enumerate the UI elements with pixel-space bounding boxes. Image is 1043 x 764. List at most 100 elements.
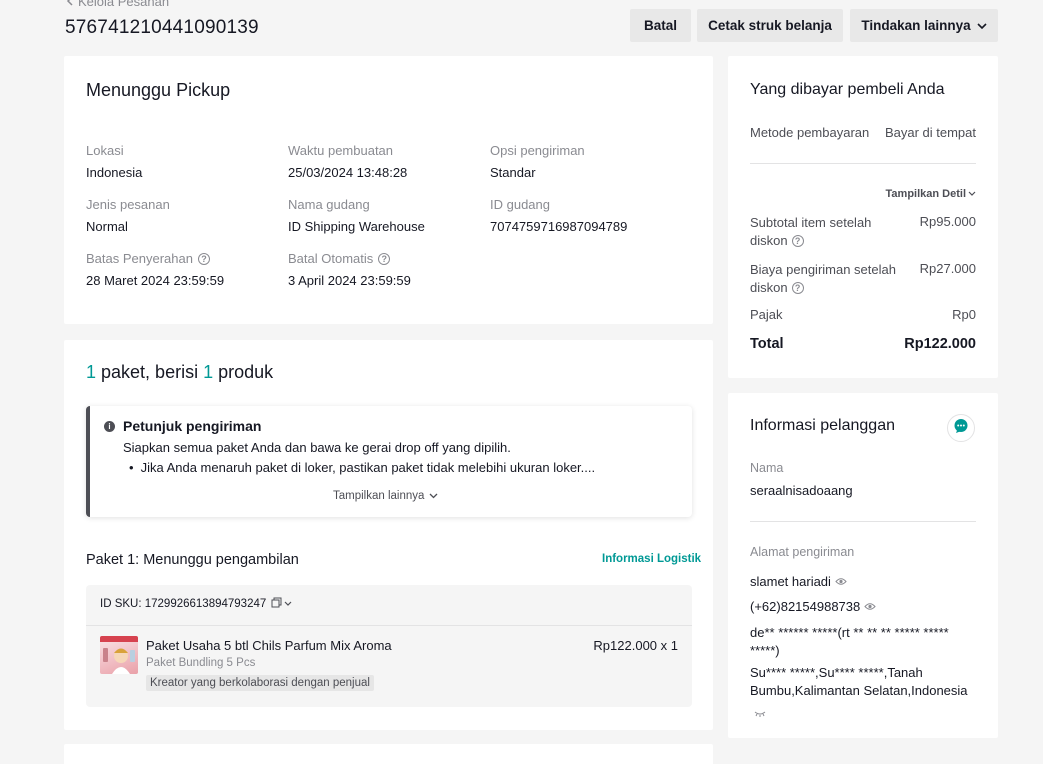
- copy-icon[interactable]: [271, 597, 282, 611]
- payment-method-value: Bayar di tempat: [884, 125, 976, 140]
- recipient-phone: (+62)82154988738: [750, 599, 861, 614]
- created-time-field: Waktu pembuatan 25/03/2024 13:48:28: [288, 143, 407, 180]
- chat-icon: [953, 418, 969, 439]
- auto-cancel-label: Batal Otomatis: [288, 251, 374, 266]
- package-count: 1: [86, 362, 97, 382]
- chat-button[interactable]: [947, 414, 975, 442]
- sku-block: ID SKU: 1729926613894793247 Paket Usaha …: [86, 585, 692, 707]
- warehouse-name-field: Nama gudang ID Shipping Warehouse: [288, 197, 425, 234]
- tax-label: Pajak: [750, 307, 783, 322]
- payment-card: Yang dibayar pembeli Anda Metode pembaya…: [728, 56, 998, 378]
- breadcrumb-label: Kelola Pesanan: [78, 0, 170, 9]
- chevron-left-icon: [66, 0, 74, 9]
- chevron-down-icon: [968, 188, 976, 200]
- handover-deadline-label-row: Batas Penyerahan ?: [86, 251, 224, 266]
- customer-info-title: Informasi pelanggan: [750, 417, 895, 434]
- bullet-dot: •: [129, 460, 134, 475]
- logistics-info-link[interactable]: Informasi Logistik: [602, 553, 701, 565]
- subtotal-label-line2: diskon: [750, 233, 788, 248]
- eye-icon[interactable]: [864, 599, 876, 614]
- print-receipt-button[interactable]: Cetak struk belanja: [697, 9, 843, 42]
- tip-header: i Petunjuk pengiriman: [104, 418, 261, 434]
- created-time-label: Waktu pembuatan: [288, 143, 394, 158]
- more-actions-button[interactable]: Tindakan lainnya: [850, 9, 998, 42]
- chevron-down-icon[interactable]: [284, 598, 292, 610]
- eye-closed-icon[interactable]: [754, 704, 766, 722]
- warehouse-name-label: Nama gudang: [288, 197, 370, 212]
- shipping-fee-label-line2: diskon: [750, 280, 788, 295]
- customer-name-value: seraalnisadoaang: [750, 483, 853, 498]
- eye-icon[interactable]: [835, 574, 847, 589]
- sku-divider: [86, 625, 692, 626]
- package-summary-mid: paket, berisi: [96, 362, 204, 382]
- warehouse-id-value: 7074759716987094789: [490, 219, 628, 234]
- payment-divider: [750, 163, 976, 164]
- payment-method-label: Metode pembayaran: [750, 125, 870, 140]
- help-icon[interactable]: ?: [197, 252, 210, 265]
- location-value: Indonesia: [86, 165, 143, 180]
- product-thumbnail[interactable]: [100, 636, 138, 674]
- warehouse-name-value: ID Shipping Warehouse: [288, 219, 425, 234]
- recipient-row: slamet hariadi: [750, 574, 847, 589]
- created-time-value: 25/03/2024 13:48:28: [288, 165, 408, 180]
- total-label: Total: [750, 336, 784, 352]
- shipping-address-label: Alamat pengiriman: [750, 545, 855, 559]
- product-price-qty: Rp122.000 x 1: [593, 638, 678, 653]
- total-value: Rp122.000: [904, 336, 976, 352]
- phone-row: (+62)82154988738: [750, 599, 876, 614]
- cancel-button-label: Batal: [643, 18, 677, 33]
- help-icon[interactable]: ?: [791, 235, 804, 247]
- help-icon[interactable]: ?: [791, 282, 804, 294]
- address-region: Su**** *****,Su**** *****,Tanah Bumbu,Ka…: [750, 664, 980, 700]
- package-summary-end: produk: [213, 362, 274, 382]
- handover-deadline-label: Batas Penyerahan: [86, 251, 193, 266]
- help-icon[interactable]: ?: [378, 252, 391, 265]
- handover-deadline-field: Batas Penyerahan ? 28 Maret 2024 23:59:5…: [86, 251, 224, 288]
- print-button-label: Cetak struk belanja: [708, 18, 832, 33]
- product-count: 1: [203, 362, 214, 382]
- tip-title: Petunjuk pengiriman: [123, 418, 262, 434]
- show-details-link[interactable]: Tampilkan Detil: [886, 188, 976, 200]
- creator-collab-tag: Kreator yang berkolaborasi dengan penjua…: [146, 675, 374, 691]
- subtotal-value: Rp95.000: [919, 214, 976, 229]
- tip-line: Siapkan semua paket Anda dan bawa ke ger…: [123, 440, 511, 455]
- shipping-fee-label-line1: Biaya pengiriman setelah: [750, 262, 896, 277]
- subtotal-label-line2-row: diskon ?: [750, 232, 871, 250]
- show-details-label: Tampilkan Detil: [885, 188, 966, 200]
- address-street: de** ****** *****(rt ** ** ** ***** ****…: [750, 624, 980, 660]
- order-status-title: Menunggu Pickup: [86, 80, 231, 100]
- tip-bullet: • Jika Anda menaruh paket di loker, past…: [129, 460, 595, 475]
- shipping-fee-label-line2-row: diskon ?: [750, 279, 896, 297]
- tax-value: Rp0: [952, 307, 976, 322]
- shipping-option-label: Opsi pengiriman: [490, 143, 585, 158]
- address-line-4: Bumbu,Kalimantan Selatan,Indonesia: [750, 683, 968, 698]
- customer-divider: [750, 521, 976, 522]
- auto-cancel-value: 3 April 2024 23:59:59: [288, 273, 411, 288]
- auto-cancel-field: Batal Otomatis ? 3 April 2024 23:59:59: [288, 251, 411, 288]
- package-summary-title: 1 paket, berisi 1 produk: [86, 362, 273, 383]
- cancel-button[interactable]: Batal: [630, 9, 691, 42]
- sku-id-text: ID SKU: 1729926613894793247: [100, 598, 267, 610]
- recipient-name: slamet hariadi: [750, 574, 831, 589]
- customer-name-label: Nama: [750, 461, 784, 475]
- tip-show-more-link[interactable]: Tampilkan lainnya: [333, 490, 438, 502]
- package-card: 1 paket, berisi 1 produk i Petunjuk peng…: [64, 340, 713, 730]
- sku-row: ID SKU: 1729926613894793247: [100, 597, 292, 611]
- shipping-option-value: Standar: [490, 165, 536, 180]
- order-type-field: Jenis pesanan Normal: [86, 197, 170, 234]
- warehouse-id-field: ID gudang 7074759716987094789: [490, 197, 627, 234]
- address-line-1: de** ****** *****(rt ** ** ** ***** ****…: [750, 625, 949, 640]
- auto-cancel-label-row: Batal Otomatis ?: [288, 251, 411, 266]
- shipping-option-field: Opsi pengiriman Standar: [490, 143, 585, 180]
- shipping-fee-value: Rp27.000: [919, 261, 976, 276]
- tip-bullet-text: Jika Anda menaruh paket di loker, pastik…: [140, 460, 596, 475]
- breadcrumb-back-link[interactable]: Kelola Pesanan: [66, 0, 169, 9]
- tip-show-more-label: Tampilkan lainnya: [333, 490, 425, 502]
- address-line-3: Su**** *****,Su**** *****,Tanah: [750, 665, 923, 680]
- shipping-instructions-box: i Petunjuk pengiriman Siapkan semua pake…: [86, 406, 692, 517]
- order-type-label: Jenis pesanan: [86, 197, 170, 212]
- order-type-value: Normal: [86, 219, 128, 234]
- package-1-title: Paket 1: Menunggu pengambilan: [86, 552, 299, 568]
- product-variant: Paket Bundling 5 Pcs: [146, 657, 256, 669]
- product-name[interactable]: Paket Usaha 5 btl Chils Parfum Mix Aroma: [146, 638, 392, 653]
